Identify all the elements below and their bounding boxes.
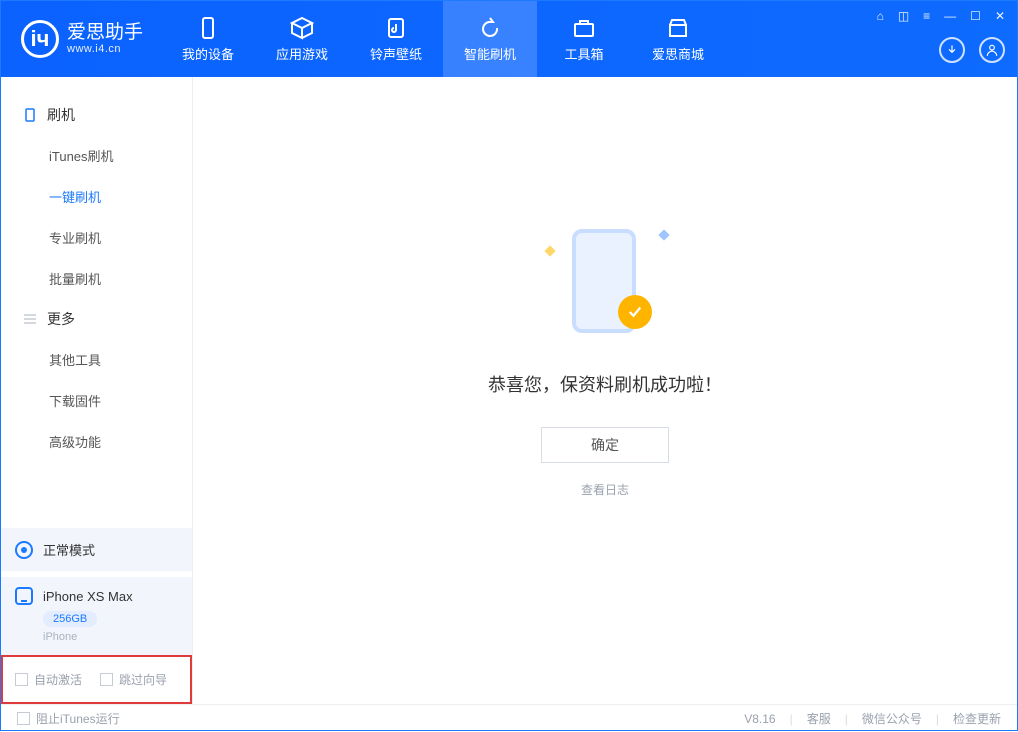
footer-link-support[interactable]: 客服 [807, 710, 831, 727]
shirt-icon[interactable]: ⌂ [877, 9, 884, 23]
nav-tabs: 我的设备 应用游戏 铃声壁纸 智能刷机 工具箱 爱思商城 [161, 1, 725, 77]
device-type: iPhone [43, 631, 178, 643]
nav-tab-device[interactable]: 我的设备 [161, 1, 255, 77]
checkbox-block-itunes[interactable]: 阻止iTunes运行 [17, 710, 120, 727]
separator: | [936, 712, 939, 726]
mode-card[interactable]: 正常模式 [1, 528, 192, 571]
checkbox-skip-wizard[interactable]: 跳过向导 [100, 671, 167, 688]
store-icon [666, 16, 690, 40]
device-icon [196, 16, 220, 40]
main-content: 恭喜您，保资料刷机成功啦！ 确定 查看日志 [193, 77, 1017, 704]
mode-label: 正常模式 [43, 540, 95, 559]
spark-icon [544, 245, 555, 256]
nav-tab-apps[interactable]: 应用游戏 [255, 1, 349, 77]
sidebar-item-oneclick-flash[interactable]: 一键刷机 [1, 176, 192, 217]
logo-block: iч 爱思助手 www.i4.cn [1, 1, 161, 77]
sidebar-item-advanced[interactable]: 高级功能 [1, 421, 192, 462]
toolbox-icon [572, 16, 596, 40]
nav-tab-toolbox[interactable]: 工具箱 [537, 1, 631, 77]
header-right: ⌂ ◫ ≡ — ☐ ✕ [877, 1, 1005, 77]
app-footer: 阻止iTunes运行 V8.16 | 客服 | 微信公众号 | 检查更新 [1, 704, 1017, 732]
maximize-button[interactable]: ☐ [970, 9, 981, 23]
checkbox-icon [100, 673, 113, 686]
window-controls: ⌂ ◫ ≡ — ☐ ✕ [877, 9, 1005, 23]
sidebar-item-batch-flash[interactable]: 批量刷机 [1, 258, 192, 299]
sidebar: 刷机 iTunes刷机 一键刷机 专业刷机 批量刷机 更多 其他工具 下载固件 … [1, 77, 193, 704]
close-button[interactable]: ✕ [995, 9, 1005, 23]
sidebar-item-pro-flash[interactable]: 专业刷机 [1, 217, 192, 258]
app-body: 刷机 iTunes刷机 一键刷机 专业刷机 批量刷机 更多 其他工具 下载固件 … [1, 77, 1017, 704]
footer-link-update[interactable]: 检查更新 [953, 710, 1001, 727]
spark-icon [658, 229, 669, 240]
nav-tab-ringtones[interactable]: 铃声壁纸 [349, 1, 443, 77]
user-icon[interactable] [979, 37, 1005, 63]
sidebar-item-itunes-flash[interactable]: iTunes刷机 [1, 135, 192, 176]
sidebar-item-other-tools[interactable]: 其他工具 [1, 339, 192, 380]
checkbox-icon [15, 673, 28, 686]
sidebar-group-flash[interactable]: 刷机 [1, 95, 192, 135]
app-name: 爱思助手 [67, 23, 143, 44]
logo-icon: iч [21, 20, 59, 58]
refresh-icon [478, 16, 502, 40]
nav-tab-label: 铃声壁纸 [370, 44, 422, 63]
success-illustration [540, 223, 670, 343]
version-label: V8.16 [744, 712, 775, 726]
nav-tab-store[interactable]: 爱思商城 [631, 1, 725, 77]
music-icon [384, 16, 408, 40]
download-icon[interactable] [939, 37, 965, 63]
success-text: 恭喜您，保资料刷机成功啦！ [488, 371, 722, 397]
checkbox-label: 自动激活 [34, 671, 82, 688]
more-icon [23, 312, 37, 326]
checkbox-auto-activate[interactable]: 自动激活 [15, 671, 82, 688]
separator: | [845, 712, 848, 726]
sidebar-group-label: 更多 [47, 309, 75, 329]
device-card[interactable]: iPhone XS Max 256GB iPhone [1, 577, 192, 655]
app-url: www.i4.cn [67, 43, 143, 55]
footer-link-wechat[interactable]: 微信公众号 [862, 710, 922, 727]
checkbox-label: 阻止iTunes运行 [36, 710, 120, 727]
nav-tab-label: 爱思商城 [652, 44, 704, 63]
sidebar-group-more[interactable]: 更多 [1, 299, 192, 339]
minimize-button[interactable]: — [944, 9, 956, 23]
checkbox-label: 跳过向导 [119, 671, 167, 688]
nav-tab-label: 智能刷机 [464, 44, 516, 63]
lock-icon[interactable]: ◫ [898, 9, 909, 23]
success-badge-icon [618, 295, 652, 329]
checkbox-icon [17, 712, 30, 725]
nav-tab-flash[interactable]: 智能刷机 [443, 1, 537, 77]
sidebar-group-label: 刷机 [47, 105, 75, 125]
view-log-link[interactable]: 查看日志 [581, 481, 629, 498]
nav-tab-label: 工具箱 [565, 44, 604, 63]
sidebar-item-download-fw[interactable]: 下载固件 [1, 380, 192, 421]
option-row-highlighted: 自动激活 跳过向导 [1, 655, 192, 704]
separator: | [790, 712, 793, 726]
sidebar-bottom: 正常模式 iPhone XS Max 256GB iPhone 自动激活 跳过向… [1, 528, 192, 704]
device-name: iPhone XS Max [43, 589, 133, 604]
phone-icon [23, 108, 37, 122]
nav-tab-label: 我的设备 [182, 44, 234, 63]
ok-button[interactable]: 确定 [541, 427, 669, 463]
mode-icon [15, 541, 33, 559]
device-icon [15, 587, 33, 605]
header-action-icons [939, 37, 1005, 63]
cube-icon [290, 16, 314, 40]
nav-tab-label: 应用游戏 [276, 44, 328, 63]
menu-icon[interactable]: ≡ [923, 9, 930, 23]
device-size: 256GB [43, 611, 97, 627]
app-header: iч 爱思助手 www.i4.cn 我的设备 应用游戏 铃声壁纸 智能刷机 工具… [1, 1, 1017, 77]
